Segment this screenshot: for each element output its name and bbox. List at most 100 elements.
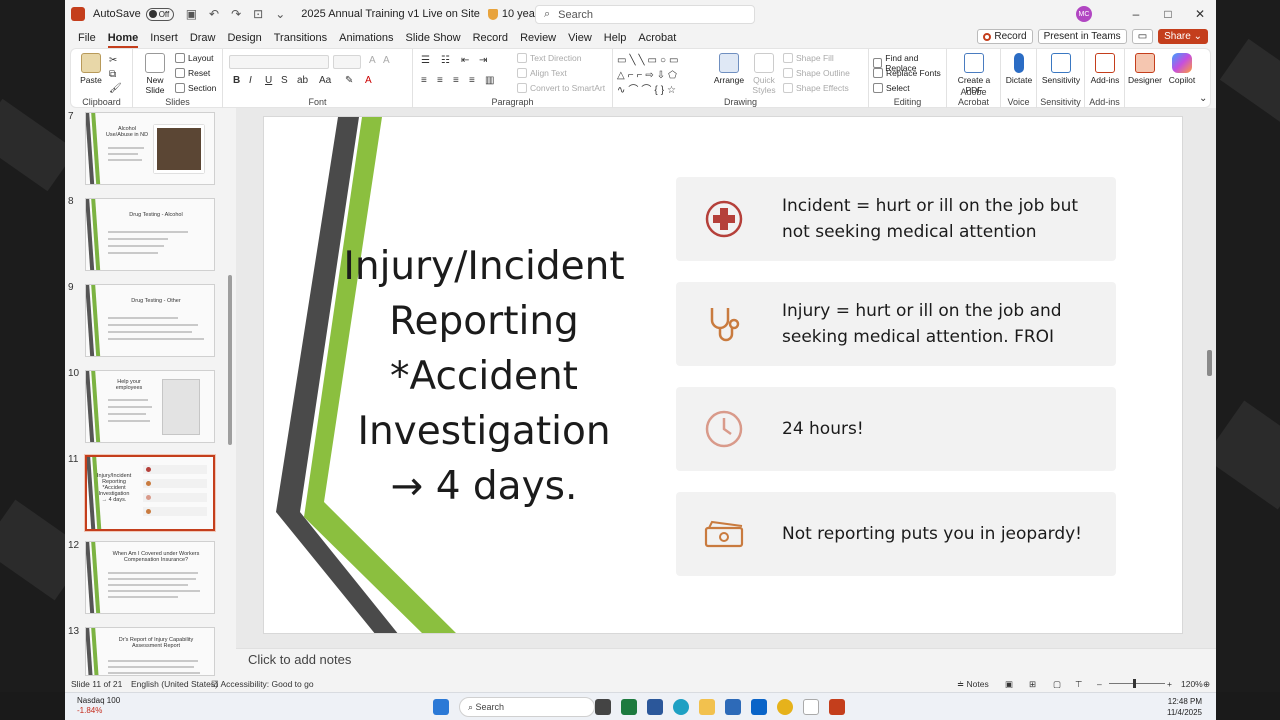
tab-view[interactable]: View (568, 32, 592, 44)
italic-button[interactable]: I (249, 75, 252, 86)
save-icon[interactable]: ▣ (186, 7, 197, 21)
dictate-button[interactable]: Dictate (1003, 53, 1035, 85)
avatar[interactable]: MC (1076, 6, 1092, 22)
accessibility-status[interactable]: ☑ Accessibility: Good to go (211, 679, 314, 690)
autosave-toggle[interactable]: Off (145, 7, 174, 21)
slide-thumbnail-7[interactable]: Alcohol Use/Abuse in ND (85, 112, 215, 185)
fit-to-window-icon[interactable]: ⊕ (1203, 679, 1210, 690)
present-in-teams-button[interactable]: Present in Teams (1037, 29, 1127, 44)
incident-card[interactable]: Incident = hurt or ill on the job but no… (676, 177, 1116, 261)
start-icon[interactable] (433, 699, 449, 715)
slide-thumbnail-11-selected[interactable]: Injury/Incident Reporting *Accident Inve… (84, 454, 216, 532)
customize-toolbar-icon[interactable]: ⌄ (275, 7, 285, 21)
language-status[interactable]: English (United States) (131, 679, 218, 689)
tab-help[interactable]: Help (604, 32, 627, 44)
word-icon[interactable] (647, 699, 663, 715)
reset-button[interactable]: Reset (175, 68, 210, 78)
comments-button[interactable]: ▭ (1131, 29, 1154, 44)
google-icon[interactable] (803, 699, 819, 715)
font-size-dropdown[interactable] (333, 55, 361, 69)
highlight-icon[interactable]: ✎ (345, 75, 353, 86)
stock-widget[interactable]: Nasdaq 100 -1.84% (77, 696, 120, 716)
slide-thumbnail-10[interactable]: Help your employees (85, 370, 215, 443)
tab-review[interactable]: Review (520, 32, 556, 44)
excel-icon[interactable] (621, 699, 637, 715)
paste-button[interactable]: Paste (77, 53, 105, 85)
copilot-button[interactable]: Copilot (1165, 53, 1199, 85)
align-text-button[interactable]: Align Text (517, 68, 567, 78)
align-left-icon[interactable]: ≡ (421, 75, 427, 86)
shapes-gallery[interactable]: ▭╲╲▭○▭ △⌐⌐⇨⇩⬠ ∿⌒⌒{}☆ (617, 53, 705, 98)
sensitivity-button[interactable]: Sensitivity (1039, 53, 1083, 85)
underline-button[interactable]: U (265, 75, 272, 86)
file-explorer-icon[interactable] (699, 699, 715, 715)
undo-icon[interactable]: ↶ (209, 7, 219, 21)
zoom-out-button[interactable]: – (1097, 679, 1102, 689)
character-spacing-icon[interactable]: ab (297, 75, 308, 86)
bullets-icon[interactable]: ☰ (421, 55, 430, 66)
close-button[interactable]: ✕ (1184, 7, 1216, 21)
add-ins-button[interactable]: Add-ins (1087, 53, 1123, 85)
justify-icon[interactable]: ≡ (469, 75, 475, 86)
jeopardy-card[interactable]: Not reporting puts you in jeopardy! (676, 492, 1116, 576)
shape-outline-button[interactable]: Shape Outline (783, 68, 850, 78)
notes-pane[interactable]: Click to add notes (236, 648, 1216, 676)
format-painter-icon[interactable]: 🖌 (109, 83, 122, 94)
normal-view-icon[interactable]: ▣ (1005, 679, 1013, 690)
tab-home[interactable]: Home (107, 32, 138, 48)
tab-file[interactable]: File (78, 32, 96, 44)
font-color-icon[interactable]: A (365, 75, 372, 86)
chrome-icon[interactable] (777, 699, 793, 715)
shape-effects-button[interactable]: Shape Effects (783, 83, 849, 93)
change-case-icon[interactable]: Aa (319, 75, 331, 86)
search-input[interactable]: ⌕ Search (535, 5, 755, 24)
slide-sorter-icon[interactable]: ⊞ (1029, 679, 1036, 690)
designer-button[interactable]: Designer (1127, 53, 1163, 85)
tab-acrobat[interactable]: Acrobat (638, 32, 676, 44)
slide-title[interactable]: Injury/Incident Reporting *Accident Inve… (324, 239, 644, 514)
bold-button[interactable]: B (233, 75, 240, 86)
convert-smartart-button[interactable]: Convert to SmartArt (517, 83, 605, 93)
cut-icon[interactable]: ✂ (109, 55, 117, 66)
tab-animations[interactable]: Animations (339, 32, 393, 44)
deadline-card[interactable]: 24 hours! (676, 387, 1116, 471)
calendar-icon[interactable] (725, 699, 741, 715)
section-button[interactable]: Section (175, 83, 216, 93)
zoom-slider[interactable] (1109, 683, 1165, 684)
columns-icon[interactable]: ▥ (485, 75, 494, 86)
slide-thumbnail-12[interactable]: When Am I Covered under Workers Compensa… (85, 541, 215, 614)
injury-card[interactable]: Injury = hurt or ill on the job and seek… (676, 282, 1116, 366)
task-view-icon[interactable] (595, 699, 611, 715)
maximize-button[interactable]: □ (1152, 7, 1184, 21)
thumbnails-scrollbar[interactable] (228, 115, 232, 675)
collapse-ribbon-icon[interactable]: ⌄ (1199, 93, 1207, 104)
align-right-icon[interactable]: ≡ (453, 75, 459, 86)
present-from-start-icon[interactable]: ⊡ (253, 7, 263, 21)
powerpoint-taskbar-icon[interactable] (829, 699, 845, 715)
outlook-icon[interactable] (751, 699, 767, 715)
record-button[interactable]: Record (977, 29, 1033, 44)
redo-icon[interactable]: ↷ (231, 7, 241, 21)
text-direction-button[interactable]: Text Direction (517, 53, 582, 63)
edge-icon[interactable] (673, 699, 689, 715)
copy-icon[interactable]: ⧉ (109, 69, 116, 80)
taskbar-search[interactable]: ⌕ Search (459, 697, 595, 717)
strikethrough-button[interactable]: S (281, 75, 288, 86)
shape-fill-button[interactable]: Shape Fill (783, 53, 834, 63)
decrease-font-icon[interactable]: A (383, 55, 390, 66)
slide-scrollbar[interactable] (1207, 115, 1213, 635)
align-center-icon[interactable]: ≡ (437, 75, 443, 86)
zoom-level[interactable]: 120% (1181, 679, 1203, 689)
arrange-button[interactable]: Arrange (713, 53, 745, 85)
slideshow-icon[interactable]: ⊤ (1075, 679, 1082, 690)
share-button[interactable]: Share ⌄ (1158, 29, 1208, 44)
font-name-dropdown[interactable] (229, 55, 329, 69)
document-title[interactable]: 2025 Annual Training v1 Live on Site (301, 8, 480, 20)
slide-thumbnail-13[interactable]: Dr's Report of Injury Capability Assessm… (85, 627, 215, 676)
select-button[interactable]: Select (873, 83, 910, 93)
tab-design[interactable]: Design (227, 32, 261, 44)
increase-font-icon[interactable]: A (369, 55, 376, 66)
increase-indent-icon[interactable]: ⇥ (479, 55, 487, 66)
decrease-indent-icon[interactable]: ⇤ (461, 55, 469, 66)
slide-canvas[interactable]: Injury/Incident Reporting *Accident Inve… (263, 116, 1183, 634)
